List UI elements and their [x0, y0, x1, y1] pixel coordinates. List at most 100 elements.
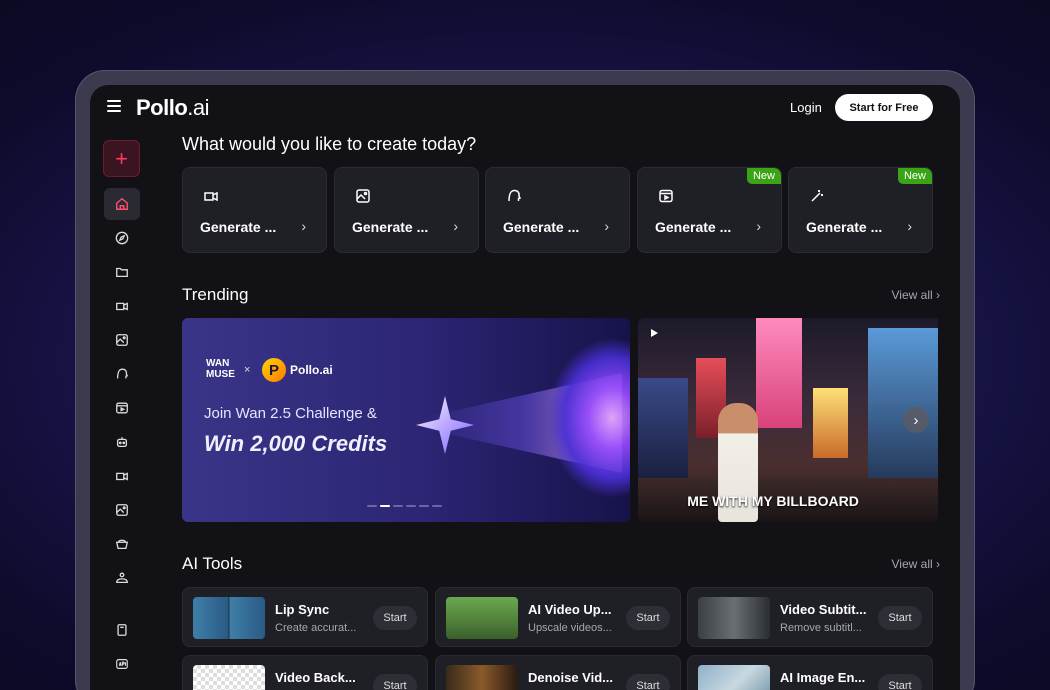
tool-start-button[interactable]: Start: [626, 674, 670, 690]
api-icon: [116, 659, 128, 669]
tool-name: Video Back...: [275, 670, 356, 685]
tool-start-button[interactable]: Start: [878, 606, 922, 630]
trending-video-card[interactable]: ME WITH MY BILLBOARD: [638, 318, 938, 522]
tool-start-button[interactable]: Start: [373, 606, 417, 630]
tool-description: Create accurat...: [275, 622, 357, 634]
sidebar-item-people[interactable]: [104, 562, 140, 594]
tool-card-video-subtitle[interactable]: Video Subtit... Remove subtitl... Start: [687, 587, 933, 647]
book-icon: [117, 624, 127, 636]
wan-challenge-banner[interactable]: WAN MUSE × P Pollo.ai Join Wan 2.5 Challe…: [182, 318, 630, 522]
new-badge: New: [897, 168, 932, 184]
light-cone: [472, 318, 630, 522]
basket-icon: [115, 539, 129, 550]
tool-card-ai-image-enhancer[interactable]: AI Image En... Start: [687, 655, 933, 690]
tool-card-video-background[interactable]: Video Back... Start: [182, 655, 428, 690]
card-label: Generate ...: [655, 219, 732, 235]
sidebar-item-video[interactable]: [104, 290, 140, 322]
tool-thumbnail: [446, 665, 518, 690]
sidebar-item-image-alt[interactable]: [104, 494, 140, 526]
pollo-logo-text: Pollo.ai: [290, 363, 333, 377]
pollo-logo-mark: P: [262, 358, 286, 382]
banner-line-2: Win 2,000 Credits: [204, 431, 388, 456]
ai-tools-view-all-link[interactable]: View all ›: [892, 557, 940, 571]
sidebar-item-film[interactable]: [104, 392, 140, 424]
logo[interactable]: Pollo.ai: [136, 95, 210, 121]
new-badge: New: [746, 168, 781, 184]
tool-name: AI Video Up...: [528, 602, 612, 617]
generate-image-card[interactable]: Generate ... ›: [334, 167, 479, 253]
view-all-label: View all: [891, 557, 933, 571]
generate-film-card[interactable]: New Generate ... ›: [637, 167, 782, 253]
menu-icon[interactable]: [107, 100, 121, 112]
billboard: [868, 328, 938, 478]
video-icon: [116, 302, 128, 311]
home-icon: [116, 197, 128, 210]
carousel-dot[interactable]: [406, 505, 416, 507]
carousel-dot-active[interactable]: [380, 505, 390, 507]
folder-icon: [116, 267, 128, 278]
tool-description: Remove subtitl...: [780, 622, 862, 634]
film-icon: [116, 402, 128, 414]
play-icon: [651, 329, 658, 337]
trending-view-all-link[interactable]: View all ›: [892, 288, 940, 302]
sidebar-item-ai-avatar[interactable]: [104, 358, 140, 390]
trending-title: Trending: [182, 285, 249, 304]
tool-name: Denoise Vid...: [528, 670, 614, 685]
generate-video-card[interactable]: Generate ... ›: [182, 167, 327, 253]
login-link[interactable]: Login: [790, 100, 822, 115]
chevron-right-icon: ›: [936, 557, 940, 571]
tool-thumbnail: [193, 597, 265, 639]
tool-name: Lip Sync: [275, 602, 330, 617]
tool-start-button[interactable]: Start: [626, 606, 670, 630]
tool-card-video-upscaler[interactable]: AI Video Up... Upscale videos... Start: [435, 587, 681, 647]
view-all-label: View all: [891, 288, 933, 302]
billboard: [756, 318, 802, 428]
carousel-dots: [367, 505, 442, 507]
carousel-next-button[interactable]: ›: [903, 407, 929, 433]
sidebar-item-robot[interactable]: [104, 426, 140, 458]
sidebar-item-explore[interactable]: [104, 222, 140, 254]
video-caption: ME WITH MY BILLBOARD: [687, 493, 859, 509]
sidebar-item-docs[interactable]: [104, 614, 140, 646]
star-graphic: [416, 396, 474, 454]
image-video-icon: [116, 334, 128, 346]
carousel-dot[interactable]: [432, 505, 442, 507]
film-generate-icon: [659, 189, 673, 203]
billboard: [813, 388, 848, 458]
page-title: What would you like to create today?: [182, 134, 477, 154]
sidebar-item-basket[interactable]: [104, 528, 140, 560]
generate-ai-avatar-card[interactable]: Generate ... ›: [485, 167, 630, 253]
sidebar-item-api[interactable]: [104, 648, 140, 680]
chevron-right-icon: ›: [936, 288, 940, 302]
chevron-right-icon: ›: [301, 218, 306, 234]
sidebar-item-video-alt[interactable]: [104, 460, 140, 492]
tool-name: Video Subtit...: [780, 602, 867, 617]
chevron-right-icon: ›: [604, 218, 609, 234]
sidebar-item-home[interactable]: [104, 188, 140, 220]
start-for-free-button[interactable]: Start for Free: [835, 94, 933, 121]
robot-icon: [116, 437, 128, 448]
tool-description: Upscale videos...: [528, 622, 612, 634]
card-label: Generate ...: [352, 219, 429, 235]
generate-magic-card[interactable]: New Generate ... ›: [788, 167, 933, 253]
sidebar-item-image-video[interactable]: [104, 324, 140, 356]
tool-start-button[interactable]: Start: [373, 674, 417, 690]
chevron-right-icon: ›: [913, 411, 919, 429]
card-label: Generate ...: [503, 219, 580, 235]
tool-start-button[interactable]: Start: [878, 674, 922, 690]
carousel-dot[interactable]: [419, 505, 429, 507]
create-plus-button[interactable]: +: [103, 140, 140, 177]
image-alt-icon: [116, 504, 128, 516]
sidebar-item-folder[interactable]: [104, 256, 140, 288]
logo-main: Pollo: [136, 95, 188, 120]
image-generate-icon: [356, 189, 370, 203]
tool-card-denoise-video[interactable]: Denoise Vid... Start: [435, 655, 681, 690]
carousel-dot[interactable]: [393, 505, 403, 507]
carousel-dot[interactable]: [367, 505, 377, 507]
top-bar: Pollo.ai Login Start for Free: [90, 85, 960, 131]
times-sign: ×: [244, 364, 251, 376]
card-label: Generate ...: [200, 219, 277, 235]
magic-wand-icon: [811, 190, 823, 202]
tool-card-lip-sync[interactable]: Lip Sync Create accurat... Start: [182, 587, 428, 647]
sidebar: +: [103, 140, 141, 669]
